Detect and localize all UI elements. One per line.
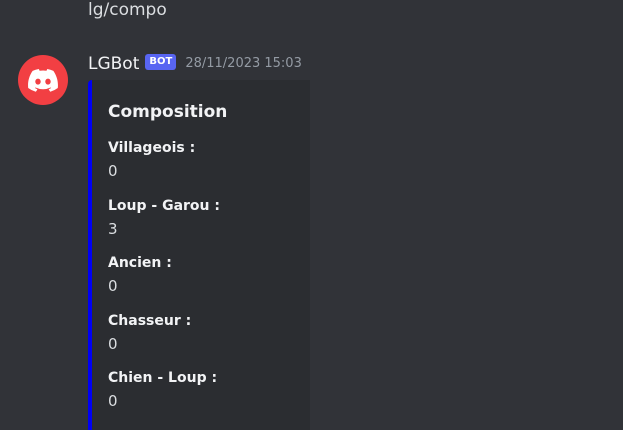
field-value: 0 — [108, 335, 118, 353]
message-header: LGBot BOT 28/11/2023 15:03 — [88, 52, 302, 76]
field-value: 0 — [108, 277, 118, 295]
timestamp: 28/11/2023 15:03 — [185, 56, 302, 71]
embed-field: Ancien : 0 — [108, 253, 172, 296]
embed-field: Chien - Loup : 0 — [108, 368, 217, 411]
field-value: 0 — [108, 392, 118, 410]
previous-message-text: lg/compo — [88, 0, 167, 20]
embed-field: Villageois : 0 — [108, 138, 195, 181]
field-name: Chien - Loup : — [108, 370, 218, 386]
bot-tag: BOT — [145, 54, 177, 70]
embed-field: Loup - Garou : 3 — [108, 196, 220, 239]
field-value: 0 — [108, 162, 118, 180]
embed-title: Composition — [108, 102, 228, 122]
avatar[interactable] — [18, 55, 68, 105]
embed-card: Composition Villageois : 0 Loup - Garou … — [88, 80, 310, 430]
field-name: Villageois : — [108, 140, 196, 156]
field-name: Ancien : — [108, 255, 172, 271]
field-name: Chasseur : — [108, 313, 192, 329]
embed-field: Chasseur : 0 — [108, 311, 191, 354]
username[interactable]: LGBot — [88, 52, 139, 76]
field-name: Loup - Garou : — [108, 198, 220, 214]
discord-logo-icon — [28, 68, 58, 92]
field-value: 3 — [108, 220, 118, 238]
